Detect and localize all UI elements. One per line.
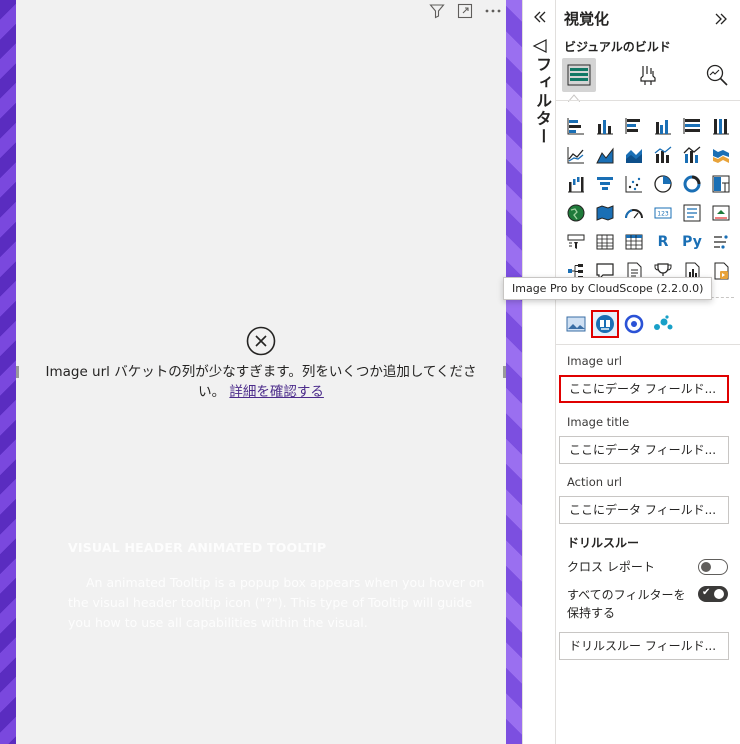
100-stacked-column-chart-icon[interactable]	[707, 112, 735, 140]
filter-pane: フィルター	[522, 0, 556, 744]
canvas-background-left	[0, 0, 16, 744]
image-gallery-icon[interactable]	[564, 312, 588, 336]
pie-chart-icon[interactable]	[649, 170, 677, 198]
donut-chart-icon[interactable]	[678, 170, 706, 198]
keep-filters-label: すべてのフィルターを 保持する	[567, 588, 686, 620]
multi-row-card-icon[interactable]	[678, 199, 706, 227]
treemap-icon[interactable]	[707, 170, 735, 198]
collapse-chevron-icon[interactable]	[712, 10, 730, 28]
report-canvas: Image url バケットの列が少なすぎます。列をいくつか追加してください。 …	[0, 0, 522, 744]
clustered-column-chart-icon[interactable]	[649, 112, 677, 140]
image-title-label: Image title	[567, 415, 630, 429]
r-visual-label: R	[657, 234, 669, 250]
keep-filters-toggle[interactable]: ✔	[698, 586, 728, 602]
close-circle-icon	[246, 326, 276, 356]
waterfall-chart-icon[interactable]	[562, 170, 590, 198]
image-pro-visual[interactable]: Image url バケットの列が少なすぎます。列をいくつか追加してください。 …	[16, 0, 506, 744]
line-chart-icon[interactable]	[562, 141, 590, 169]
custom-visuals-row	[564, 310, 675, 338]
more-options-icon[interactable]	[484, 2, 502, 20]
focus-mode-icon[interactable]	[456, 2, 474, 20]
toggle-knob	[701, 562, 711, 572]
cross-report-toggle[interactable]	[698, 559, 728, 575]
map-icon[interactable]	[562, 199, 590, 227]
matrix-icon[interactable]	[620, 228, 648, 256]
build-tabs	[560, 58, 736, 92]
python-visual-icon[interactable]: Py	[678, 228, 706, 256]
error-message-block: Image url バケットの列が少なすぎます。列をいくつか追加してください。 …	[16, 326, 506, 402]
cross-report-label: クロス レポート	[567, 560, 655, 574]
stacked-bar-chart-icon[interactable]	[562, 112, 590, 140]
kpi-icon[interactable]	[707, 199, 735, 227]
r-visual-icon[interactable]: R	[649, 228, 677, 256]
ghost-body: An animated Tooltip is a popup box appea…	[68, 575, 485, 630]
table-icon[interactable]	[591, 228, 619, 256]
ribbon-chart-icon[interactable]	[707, 141, 735, 169]
action-url-label: Action url	[567, 475, 622, 489]
fields-divider	[556, 344, 740, 345]
gauge-icon[interactable]	[620, 199, 648, 227]
100-stacked-bar-chart-icon[interactable]	[678, 112, 706, 140]
stacked-area-chart-icon[interactable]	[620, 141, 648, 169]
learn-more-link[interactable]: 詳細を確認する	[229, 384, 324, 400]
error-text: Image url バケットの列が少なすぎます。列をいくつか追加してください。 …	[16, 362, 506, 402]
image-pro-icon[interactable]	[591, 310, 619, 338]
checkmark-icon: ✔	[702, 587, 711, 598]
line-clustered-column-icon[interactable]	[649, 141, 677, 169]
visualizations-pane: 視覚化 ビジュアルのビルド 123 R Py Image url ここにデータ …	[556, 0, 740, 744]
format-tab-icon[interactable]	[631, 58, 665, 92]
area-chart-icon[interactable]	[591, 141, 619, 169]
svg-text:123: 123	[657, 211, 669, 218]
line-stacked-column-icon[interactable]	[678, 141, 706, 169]
stacked-column-chart-icon[interactable]	[591, 112, 619, 140]
visual-type-gallery: 123 R Py	[562, 112, 738, 285]
tabs-divider	[556, 100, 740, 101]
filter-funnel-icon	[532, 39, 547, 53]
network-visual-icon[interactable]	[651, 312, 675, 336]
key-influencers-icon[interactable]	[707, 228, 735, 256]
filter-icon[interactable]	[428, 2, 446, 20]
pane-title: 視覚化	[564, 10, 610, 28]
filled-map-icon[interactable]	[591, 199, 619, 227]
visual-header	[428, 2, 502, 20]
ghost-title: VISUAL HEADER ANIMATED TOOLTIP	[68, 540, 327, 555]
image-url-well[interactable]: ここにデータ フィールド...	[559, 375, 729, 403]
tooltip-ghost-text: VISUAL HEADER ANIMATED TOOLTIP An animat…	[68, 540, 488, 633]
drillthrough-field-well[interactable]: ドリルスルー フィールド...	[559, 632, 729, 660]
python-visual-label: Py	[682, 234, 702, 250]
analytics-tab-icon[interactable]	[700, 58, 734, 92]
image-title-well[interactable]: ここにデータ フィールド...	[559, 436, 729, 464]
expand-chevron-icon[interactable]	[531, 8, 549, 26]
filter-pane-label[interactable]: フィルター	[530, 56, 554, 146]
card-icon[interactable]: 123	[649, 199, 677, 227]
image-url-label: Image url	[567, 354, 622, 368]
toggle-knob	[714, 589, 724, 599]
search-visual-icon[interactable]	[622, 312, 646, 336]
drillthrough-title: ドリルスルー	[567, 536, 640, 550]
clustered-bar-chart-icon[interactable]	[620, 112, 648, 140]
scatter-chart-icon[interactable]	[620, 170, 648, 198]
visual-tooltip: Image Pro by CloudScope (2.2.0.0)	[503, 277, 713, 300]
slicer-icon[interactable]	[562, 228, 590, 256]
canvas-background-right	[506, 0, 522, 744]
build-visual-label: ビジュアルのビルド	[564, 40, 671, 54]
funnel-chart-icon[interactable]	[591, 170, 619, 198]
fields-tab-icon[interactable]	[562, 58, 596, 92]
action-url-well[interactable]: ここにデータ フィールド...	[559, 496, 729, 524]
